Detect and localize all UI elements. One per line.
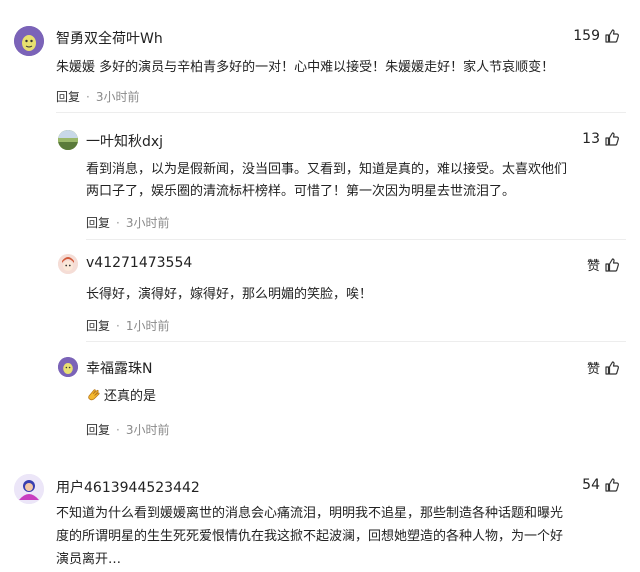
like-button[interactable]: 赞 (587, 255, 620, 274)
username[interactable]: 幸福露珠N (86, 358, 152, 378)
reply-button[interactable]: 回复 (56, 88, 80, 105)
like-label: 赞 (586, 259, 600, 274)
comment-text-line-2: 度的所谓明星的生生死死爱恨情仇在我这掀不起波澜，回想她塑造的各种人物，为一个好 (56, 529, 564, 544)
reply-button[interactable]: 回复 (86, 317, 110, 334)
avatar[interactable] (58, 357, 78, 377)
avatar[interactable] (58, 130, 78, 150)
reply-3: 幸福露珠N 赞 还真的是 回复 · 3小时前 (0, 342, 640, 442)
comment-text-line-2: 两口子了，娱乐圈的清流标杆榜样。可惜了！第一次因为明星去世流泪了。 (86, 184, 516, 199)
timestamp: 3小时前 (95, 90, 140, 104)
reply-button[interactable]: 回复 (86, 214, 110, 231)
avatar[interactable] (14, 474, 44, 504)
like-label: 赞 (586, 362, 600, 377)
timestamp: 1小时前 (125, 319, 170, 333)
avatar[interactable] (14, 26, 44, 56)
separator-dot: · (86, 89, 90, 104)
timestamp: 3小时前 (125, 423, 170, 437)
timestamp: 3小时前 (125, 216, 170, 230)
like-button[interactable]: 赞 (587, 358, 620, 377)
like-button[interactable]: 13 (582, 131, 620, 147)
username[interactable]: 智勇双全荷叶Wh (56, 28, 163, 48)
thumbs-up-icon (605, 29, 619, 43)
username[interactable]: 用户4613944523442 (56, 477, 200, 497)
reply-1: 一叶知秋dxj 13 看到消息，以为是假新闻，没当回事。又看到，知道是真的，难以… (0, 120, 640, 240)
comment-1: 智勇双全荷叶Wh 159 朱媛媛 多好的演员与辛柏青多好的一对！心中难以接受！朱… (0, 0, 640, 120)
reply-2: v41271473554 赞 长得好，演得好，嫁得好，那么明媚的笑脸，唉！ 回复… (0, 240, 640, 342)
comment-text: 还真的是 (104, 389, 157, 404)
username[interactable]: v41271473554 (86, 255, 192, 271)
comment-text: 长得好，演得好，嫁得好，那么明媚的笑脸，唉！ (86, 287, 373, 302)
thumbs-up-icon (605, 478, 619, 492)
separator-dot: · (116, 215, 120, 230)
avatar[interactable] (58, 254, 78, 274)
thumbs-up-icon (605, 257, 619, 272)
thumbs-up-icon (605, 132, 619, 146)
comment-meta: 回复 · 3小时前 (86, 214, 169, 231)
username[interactable]: 一叶知秋dxj (86, 131, 163, 151)
separator-dot: · (116, 318, 120, 333)
like-count: 13 (582, 131, 600, 147)
reply-button[interactable]: 回复 (86, 421, 110, 438)
clapping-hands-emoji (88, 389, 100, 401)
comment-meta: 回复 · 3小时前 (86, 421, 169, 438)
thumbs-up-icon (605, 360, 619, 375)
comment-text-line-1: 不知道为什么看到媛媛离世的消息会心痛流泪，明明我不追星，那些制造各种话题和曝光 (56, 506, 564, 521)
separator-dot: · (116, 422, 120, 437)
like-count: 54 (582, 477, 600, 493)
like-button[interactable]: 54 (582, 477, 620, 493)
comment-2: 用户4613944523442 54 不知道为什么看到媛媛离世的消息会心痛流泪，… (0, 462, 640, 567)
like-button[interactable]: 159 (573, 28, 620, 44)
comment-text-row: 还真的是 (86, 385, 156, 409)
comment-text-line-1: 看到消息，以为是假新闻，没当回事。又看到，知道是真的，难以接受。太喜欢他们 (86, 162, 568, 177)
comment-meta: 回复 · 3小时前 (56, 88, 139, 105)
comment-text: 朱媛媛 多好的演员与辛柏青多好的一对！心中难以接受！朱媛媛走好！家人节哀顺变！ (56, 60, 555, 75)
divider (56, 112, 626, 113)
comment-meta: 回复 · 1小时前 (86, 317, 169, 334)
like-count: 159 (573, 28, 600, 44)
